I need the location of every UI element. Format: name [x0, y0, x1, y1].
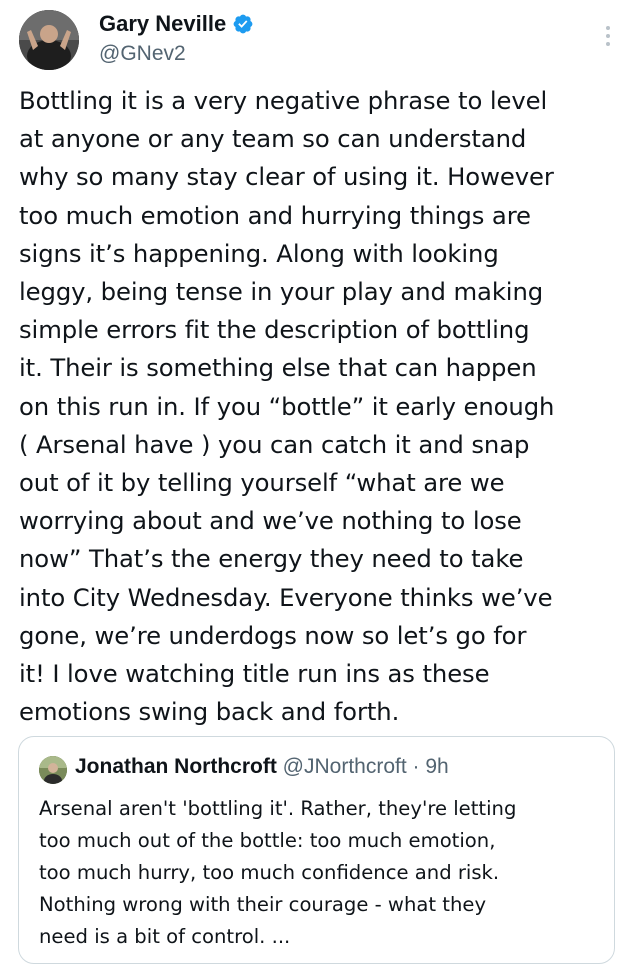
author-name[interactable]: Gary Neville: [99, 11, 226, 37]
quoted-author-handle: @JNorthcroft: [282, 755, 407, 778]
quoted-author-avatar: [39, 756, 67, 784]
tweet-text: Bottling it is a very negative phrase to…: [19, 86, 555, 727]
quoted-separator: ·: [412, 755, 420, 778]
quoted-header: Jonathan Northcroft @JNorthcroft · 9h: [75, 755, 449, 779]
quoted-author-name: Jonathan Northcroft: [75, 755, 277, 778]
author-avatar[interactable]: [19, 10, 79, 70]
more-options-icon[interactable]: [606, 26, 610, 46]
author-handle[interactable]: @GNev2: [99, 42, 186, 66]
quoted-timestamp: 9h: [425, 755, 449, 778]
verified-badge-icon: [232, 13, 254, 35]
quoted-tweet-text: Arsenal aren't 'bottling it'. Rather, th…: [39, 797, 517, 948]
author-name-row[interactable]: Gary Neville: [99, 11, 254, 37]
quoted-tweet-card[interactable]: Jonathan Northcroft @JNorthcroft · 9h Ar…: [18, 736, 615, 964]
